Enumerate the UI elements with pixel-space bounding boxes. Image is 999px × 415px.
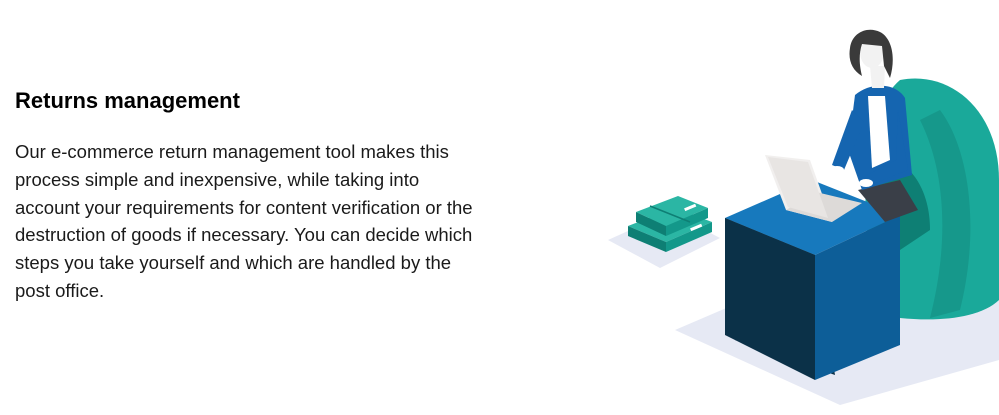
section-heading: Returns management (15, 88, 240, 113)
section-description: Our e-commerce return management tool ma… (15, 141, 473, 301)
woman-at-laptop-illustration (600, 0, 999, 410)
returns-section: Returns management Our e-commerce return… (15, 86, 485, 305)
